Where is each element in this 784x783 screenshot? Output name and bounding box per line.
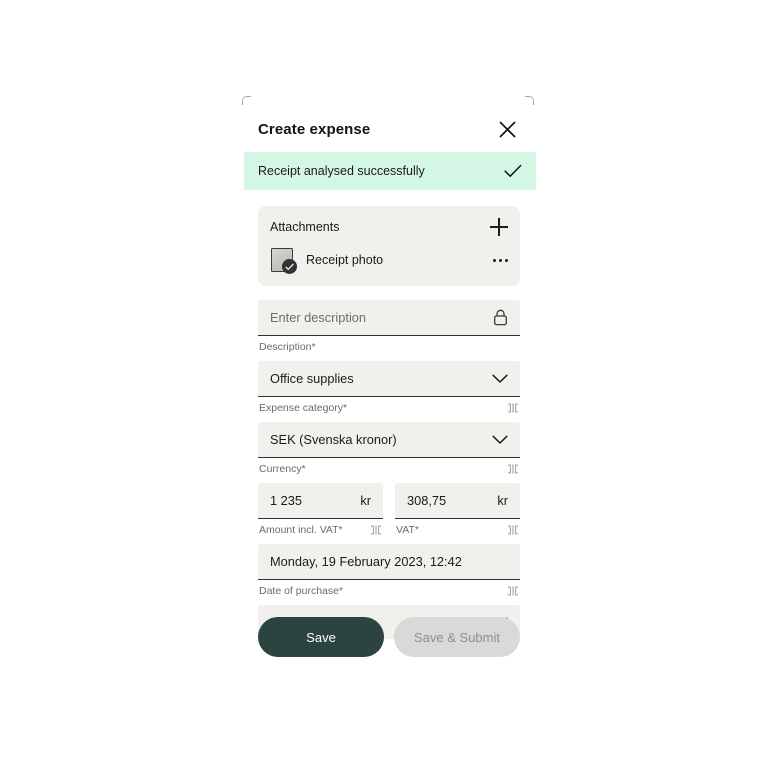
expense-category-helper: Expense category* [258, 397, 520, 415]
expense-category-field-group: Office supplies Expense category* [258, 361, 520, 415]
amount-incl-vat-value: 1 235 [270, 493, 303, 508]
vat-input[interactable]: 308,75 kr [395, 483, 520, 519]
save-button[interactable]: Save [258, 617, 384, 657]
plus-icon[interactable] [490, 218, 508, 236]
date-of-purchase-helper: Date of purchase* [258, 580, 520, 598]
amount-incl-vat-suffix: kr [360, 493, 371, 508]
currency-value: SEK (Svenska kronor) [270, 432, 397, 447]
lock-icon [493, 309, 508, 326]
currency-label: Currency* [259, 463, 306, 475]
amount-incl-vat-field-group: 1 235 kr Amount incl. VAT* [258, 483, 383, 537]
description-label: Description* [259, 341, 316, 353]
screen: Create expense Receipt analysed successf… [0, 0, 784, 783]
expense-category-select[interactable]: Office supplies [258, 361, 520, 397]
check-badge-icon [282, 259, 297, 274]
description-placeholder: Enter description [270, 310, 367, 325]
currency-helper: Currency* [258, 458, 520, 476]
amount-row: 1 235 kr Amount incl. VAT* 308,75 kr VAT… [258, 483, 520, 544]
attachments-header: Attachments [270, 216, 508, 238]
vat-field-group: 308,75 kr VAT* [395, 483, 520, 537]
amount-incl-vat-helper: Amount incl. VAT* [258, 519, 383, 537]
more-options-icon[interactable] [493, 255, 508, 266]
close-icon[interactable] [496, 118, 518, 140]
date-of-purchase-field-group: Monday, 19 February 2023, 12:42 Date of … [258, 544, 520, 598]
date-of-purchase-value: Monday, 19 February 2023, 12:42 [270, 554, 462, 569]
sheet-corner-top-left [242, 96, 251, 105]
currency-select[interactable]: SEK (Svenska kronor) [258, 422, 520, 458]
date-of-purchase-input[interactable]: Monday, 19 February 2023, 12:42 [258, 544, 520, 580]
status-banner-text: Receipt analysed successfully [258, 164, 425, 178]
expense-form: Attachments Receipt photo Enter descript… [258, 206, 520, 639]
compare-icon [507, 402, 519, 414]
vat-value: 308,75 [407, 493, 447, 508]
save-and-submit-button: Save & Submit [394, 617, 520, 657]
page-title: Create expense [258, 120, 371, 138]
create-expense-sheet: Create expense Receipt analysed successf… [242, 96, 536, 678]
description-helper: Description* [258, 336, 520, 354]
attachment-item[interactable]: Receipt photo [270, 246, 508, 274]
vat-label: VAT* [396, 524, 419, 536]
sheet-header: Create expense [242, 112, 534, 146]
date-of-purchase-label: Date of purchase* [259, 585, 344, 597]
attachments-card: Attachments Receipt photo [258, 206, 520, 286]
compare-icon [507, 463, 519, 475]
sheet-corner-top-right [525, 96, 534, 105]
compare-icon [370, 524, 382, 536]
status-banner: Receipt analysed successfully [244, 152, 536, 190]
description-field-group: Enter description Description* [258, 300, 520, 354]
attachment-name: Receipt photo [306, 253, 384, 267]
currency-field-group: SEK (Svenska kronor) Currency* [258, 422, 520, 476]
check-icon [504, 164, 522, 178]
amount-incl-vat-input[interactable]: 1 235 kr [258, 483, 383, 519]
chevron-down-icon[interactable] [492, 435, 508, 445]
expense-category-value: Office supplies [270, 371, 354, 386]
compare-icon [507, 524, 519, 536]
vat-helper: VAT* [395, 519, 520, 537]
action-bar: Save Save & Submit [258, 617, 520, 657]
amount-incl-vat-label: Amount incl. VAT* [259, 524, 343, 536]
compare-icon [507, 585, 519, 597]
chevron-down-icon[interactable] [492, 374, 508, 384]
expense-category-label: Expense category* [259, 402, 348, 414]
description-input[interactable]: Enter description [258, 300, 520, 336]
vat-suffix: kr [497, 493, 508, 508]
attachments-title: Attachments [270, 220, 340, 234]
receipt-thumbnail-icon [270, 247, 297, 274]
